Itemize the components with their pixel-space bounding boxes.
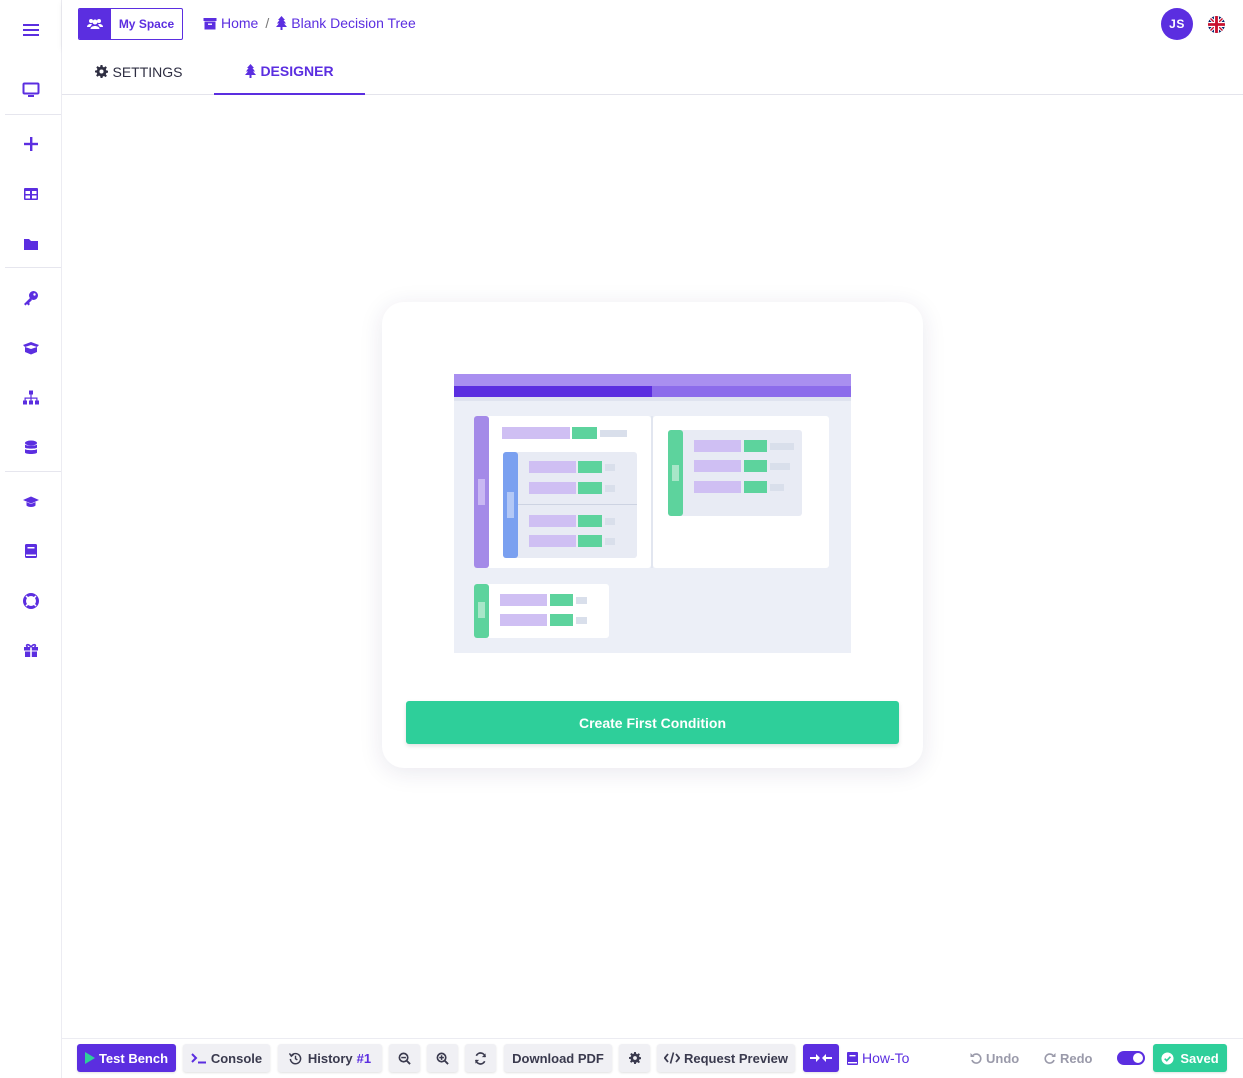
collapse-panel-button[interactable] [803,1044,839,1072]
breadcrumb: Home / Blank Decision Tree [203,15,416,31]
how-to-label: How-To [862,1050,910,1066]
tab-settings-label: SETTINGS [112,63,183,80]
tab-settings[interactable]: SETTINGS [80,48,198,95]
saved-label: Saved [1180,1050,1219,1066]
history-label: History [307,1050,353,1066]
play-icon [84,1052,95,1064]
code-icon [663,1052,680,1064]
life-ring-icon[interactable] [0,581,62,621]
plus-icon[interactable] [0,124,62,164]
sidebar-divider [5,267,61,268]
graduation-cap-icon[interactable] [0,482,62,522]
box-icon[interactable] [0,328,62,368]
breadcrumb-current[interactable]: Blank Decision Tree [291,15,416,31]
history-button[interactable]: History #1 [278,1044,382,1072]
tab-designer[interactable]: DESIGNER [214,48,365,95]
tab-designer-label: DESIGNER [260,62,334,79]
refresh-button[interactable] [465,1044,496,1072]
history-icon [288,1052,302,1064]
console-button[interactable]: Console [183,1044,270,1072]
redo-label: Redo [1060,1050,1093,1066]
undo-icon [970,1053,982,1064]
monitor-icon[interactable] [0,70,62,110]
book-icon[interactable] [0,531,62,571]
zoom-in-button[interactable] [427,1044,458,1072]
autosave-toggle[interactable] [1117,1051,1145,1065]
terminal-icon [191,1053,206,1064]
test-bench-label: Test Bench [98,1050,169,1066]
archive-icon [203,17,217,29]
how-to-link[interactable]: How-To [847,1044,909,1072]
undo-label: Undo [986,1050,1020,1066]
sidebar-divider [5,114,61,115]
settings-button[interactable] [619,1044,650,1072]
undo-button[interactable]: Undo [970,1044,1019,1072]
redo-icon [1044,1053,1056,1064]
zoom-out-button[interactable] [389,1044,420,1072]
users-icon [79,9,111,39]
console-label: Console [210,1050,263,1066]
tree-icon [276,16,288,30]
gear-icon [95,65,109,78]
bottom-toolbar: Test Bench Console History #1 Download P… [62,1038,1243,1078]
saved-status-badge: Saved [1153,1044,1227,1072]
tab-bar: SETTINGS DESIGNER [62,48,1243,95]
zoom-out-icon [398,1052,411,1065]
avatar[interactable]: JS [1161,8,1193,40]
menu-icon[interactable] [0,10,62,50]
download-pdf-button[interactable]: Download PDF [504,1044,612,1072]
request-preview-label: Request Preview [683,1050,789,1066]
database-icon[interactable] [0,428,62,468]
key-icon[interactable] [0,278,62,318]
check-circle-icon [1161,1051,1174,1065]
decision-tree-illustration [454,374,851,653]
create-first-condition-button[interactable]: Create First Condition [406,701,899,744]
sidebar [0,0,62,1078]
request-preview-button[interactable]: Request Preview [657,1044,795,1072]
top-bar: My Space Home / Blank Decision Tree JS [62,0,1243,48]
my-space-label: My Space [118,17,175,31]
sitemap-icon[interactable] [0,378,62,418]
empty-state-card: Create First Condition [382,302,923,768]
zoom-in-icon [436,1052,449,1065]
gear-icon [628,1052,641,1064]
download-pdf-label: Download PDF [512,1050,604,1066]
refresh-icon [475,1051,486,1065]
my-space-button[interactable]: My Space [78,8,183,40]
breadcrumb-separator: / [265,15,270,31]
table-icon[interactable] [0,174,62,214]
tree-icon [245,63,257,78]
gift-icon[interactable] [0,630,62,670]
book-icon [847,1051,858,1065]
arrows-in-icon [810,1054,832,1062]
breadcrumb-home-link[interactable]: Home [221,15,258,31]
sidebar-divider [5,471,61,472]
redo-button[interactable]: Redo [1044,1044,1093,1072]
test-bench-button[interactable]: Test Bench [77,1044,176,1072]
folder-icon[interactable] [0,224,62,264]
uk-flag-icon[interactable] [1208,16,1225,33]
history-count: #1 [356,1050,372,1066]
